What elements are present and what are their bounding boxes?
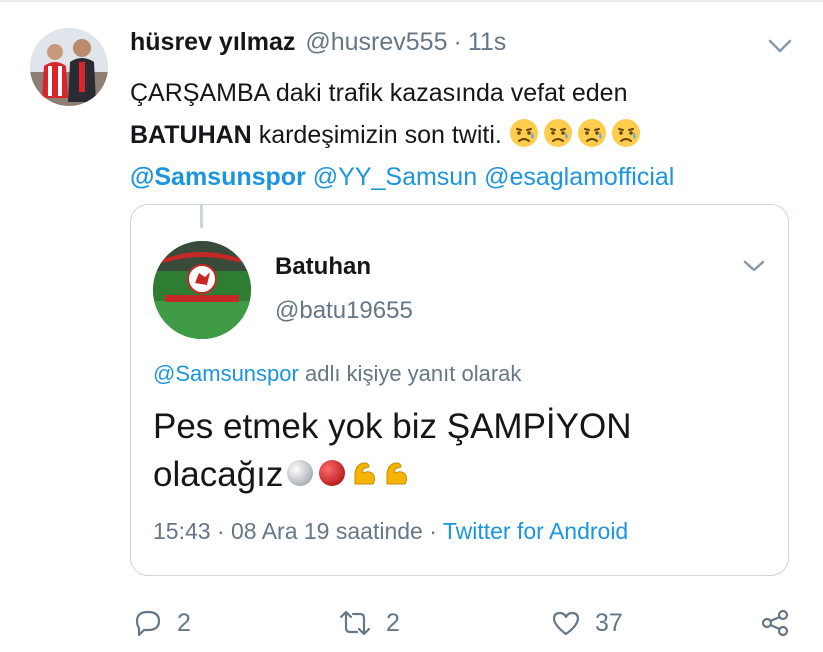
- tweet-mentions: @Samsunspor @YY_Samsun @esaglamofficial: [130, 156, 790, 198]
- mention-link[interactable]: @Samsunspor: [130, 163, 306, 191]
- tweet-time[interactable]: 11s: [468, 28, 506, 57]
- top-divider: [0, 0, 823, 2]
- like-button[interactable]: 37: [551, 608, 623, 638]
- quoted-tweet-text: Pes etmek yok biz ŞAMPİYON olacağız: [153, 403, 763, 499]
- tweet-text-bold: BATUHAN: [130, 121, 252, 149]
- chevron-down-icon[interactable]: [767, 36, 793, 56]
- quoted-author-name[interactable]: Batuhan: [275, 253, 371, 281]
- reply-mention-link[interactable]: @Samsunspor: [153, 361, 299, 386]
- thread-line: [200, 204, 203, 228]
- share-icon: [761, 609, 789, 637]
- retweet-icon: [339, 610, 371, 636]
- tweet-text: ÇARŞAMBA daki trafik kazasında vefat ede…: [130, 72, 790, 198]
- tweet-text-rest: kardeşimizin son twiti.: [258, 121, 502, 149]
- source-link[interactable]: Twitter for Android: [443, 518, 628, 544]
- sad-relieved-face-icon: [543, 119, 572, 147]
- tweet-header: hüsrev yılmaz @husrev555 · 11s: [130, 28, 506, 64]
- reply-icon: [135, 610, 161, 637]
- quoted-text-line-1: Pes etmek yok biz ŞAMPİYON: [153, 407, 632, 446]
- quoted-timestamp: 15:43 · 08 Ara 19 saatinde ·: [153, 518, 437, 544]
- sad-relieved-face-icon: [509, 119, 538, 147]
- red-circle-icon: [319, 460, 346, 486]
- quoted-author-handle[interactable]: @batu19655: [275, 297, 413, 325]
- like-count: 37: [595, 608, 623, 637]
- quoted-author-avatar[interactable]: [153, 241, 251, 339]
- sad-relieved-face-icon: [611, 119, 640, 147]
- retweet-count: 2: [386, 608, 400, 637]
- tweet-text-line-2: BATUHAN kardeşimizin son twiti.: [130, 114, 790, 156]
- heart-icon: [552, 611, 580, 636]
- author-name[interactable]: hüsrev yılmaz: [130, 28, 295, 57]
- flexed-biceps-icon: [386, 462, 408, 485]
- quoted-text-line-2-row: olacağız: [153, 451, 763, 499]
- reply-context: @Samsunspor adlı kişiye yanıt olarak: [153, 361, 521, 387]
- flexed-biceps-icon: [354, 462, 376, 485]
- retweet-button[interactable]: 2: [338, 608, 400, 638]
- quoted-tweet-meta: 15:43 · 08 Ara 19 saatinde · Twitter for…: [153, 518, 628, 545]
- author-avatar[interactable]: [30, 28, 108, 106]
- reply-context-text: adlı kişiye yanıt olarak: [304, 361, 522, 386]
- reply-count: 2: [177, 608, 191, 637]
- reply-button[interactable]: 2: [133, 608, 191, 638]
- sad-relieved-face-icon: [577, 119, 606, 147]
- action-bar: 2 2 37: [0, 600, 823, 650]
- mention-link[interactable]: @esaglamofficial: [484, 163, 674, 191]
- white-circle-icon: [287, 460, 314, 486]
- author-handle[interactable]: @husrev555: [305, 28, 447, 57]
- chevron-down-icon[interactable]: [742, 257, 766, 275]
- quoted-tweet-card[interactable]: Batuhan @batu19655 @Samsunspor adlı kişi…: [130, 204, 789, 576]
- quoted-text-line-2: olacağız: [153, 455, 284, 494]
- tweet-text-line-1: ÇARŞAMBA daki trafik kazasında vefat ede…: [130, 79, 628, 107]
- mention-link[interactable]: @YY_Samsun: [313, 163, 477, 191]
- header-separator: ·: [453, 28, 462, 56]
- sad-face-emoji-group: [509, 119, 645, 149]
- share-button[interactable]: [760, 608, 790, 638]
